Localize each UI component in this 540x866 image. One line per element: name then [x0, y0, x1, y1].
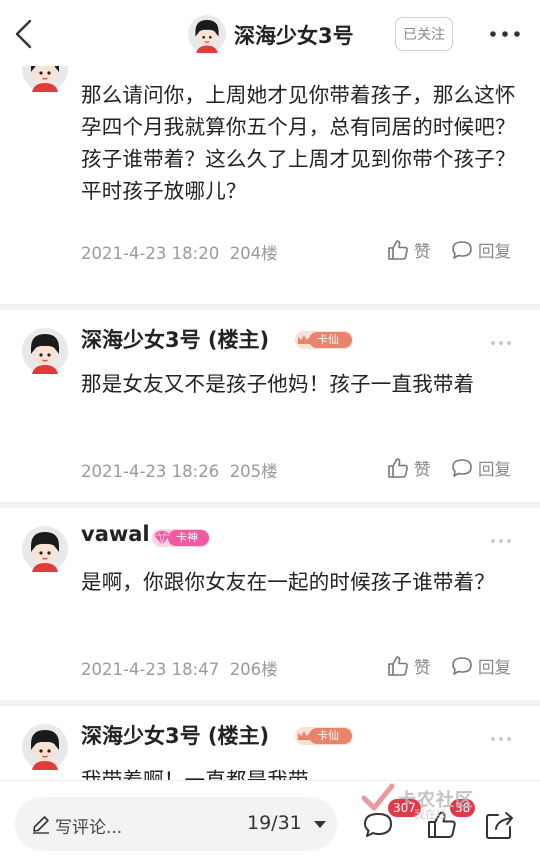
reply-item: 深海少女3号 (楼主) 卡仙 我带着啊！一直都是我带 [0, 706, 540, 780]
back-arrow-icon[interactable] [10, 17, 40, 51]
reply-item: 深海少女3号 (楼主) 卡仙 那是女友又不是孩子他妈！孩子一直我带着 2021-… [0, 310, 540, 502]
reply-button[interactable]: 回复 [450, 654, 511, 678]
post-more-icon[interactable] [490, 537, 512, 545]
reply-label: 回复 [478, 242, 511, 261]
reply-item: vawal 卡神 是啊，你跟你女友在一起的时候孩子谁带着？ 2021-4-23 … [0, 508, 540, 700]
user-avatar[interactable] [22, 328, 68, 374]
more-options-icon[interactable] [487, 24, 523, 44]
badge-label: 卡神 [176, 531, 198, 544]
follow-button[interactable]: 已关注 [395, 17, 453, 51]
like-button[interactable]: 赞 [386, 238, 431, 262]
badge-icon [155, 66, 209, 67]
reply-meta: 2021-4-23 18:47 206楼 [81, 656, 278, 680]
reply-time: 2021-4-23 18:26 [81, 462, 220, 481]
badge-label: 卡仙 [317, 333, 339, 346]
reply-floor: 205楼 [229, 462, 278, 481]
thumbs-up-icon [386, 654, 410, 678]
post-more-icon[interactable] [490, 339, 512, 347]
reply-time: 2021-4-23 18:47 [81, 660, 220, 679]
reply-text: 我带着啊！一直都是我带 [81, 768, 309, 780]
reply-floor: 206楼 [229, 660, 278, 679]
watermark-logo: 卡农社区 我在线 [358, 782, 488, 821]
watermark-sub: 我在线 [414, 808, 447, 821]
reply-text: 是啊，你跟你女友在一起的时候孩子谁带着？ [81, 570, 495, 594]
pencil-icon [33, 816, 49, 834]
username[interactable]: 深海少女3号 (楼主) [81, 324, 269, 354]
like-label: 赞 [414, 242, 431, 261]
badge-god: 卡神 [152, 529, 210, 547]
badge-label: 卡仙 [317, 729, 339, 742]
reply-floor: 204楼 [229, 244, 278, 263]
post-more-icon[interactable] [490, 735, 512, 743]
author-avatar[interactable] [188, 15, 226, 53]
share-icon[interactable] [484, 809, 516, 841]
thumbs-up-icon [386, 456, 410, 480]
username[interactable]: 深海少女3号 (楼主) [81, 720, 269, 750]
top-nav-bar: 深海少女3号 已关注 [0, 0, 540, 66]
watermark-icon [361, 783, 395, 811]
username[interactable]: vawal [81, 522, 150, 546]
page-indicator[interactable]: 19/31 [247, 812, 302, 834]
reply-button[interactable]: 回复 [450, 456, 511, 480]
comment-input[interactable]: 写评论... 19/31 [15, 797, 337, 851]
like-button[interactable]: 赞 [386, 456, 431, 480]
reply-label: 回复 [478, 460, 511, 479]
user-avatar[interactable] [22, 526, 68, 572]
badge-fairy: 卡仙 [295, 727, 353, 745]
comment-bubble-icon [450, 456, 474, 480]
reply-meta: 2021-4-23 18:20 204楼 [81, 240, 278, 264]
caret-down-icon[interactable] [313, 819, 327, 829]
like-label: 赞 [414, 460, 431, 479]
reply-label: 回复 [478, 658, 511, 677]
reply-time: 2021-4-23 18:20 [81, 244, 220, 263]
thumbs-up-icon [386, 238, 410, 262]
badge-fairy: 卡仙 [295, 331, 353, 349]
reply-text: 那么请问你，上周她才见你带着孩子，那么这怀孕四个月我就算你五个月，总有同居的时候… [81, 83, 516, 203]
comment-bubble-icon [450, 238, 474, 262]
reply-meta: 2021-4-23 18:26 205楼 [81, 458, 278, 482]
user-avatar[interactable] [22, 724, 68, 770]
thread-author-title[interactable]: 深海少女3号 [234, 20, 354, 50]
reply-list: vawal 那么请问你，上周她才见你带着孩子，那么这怀孕四个月我就算你五个月，总… [0, 66, 540, 780]
reply-text: 那是女友又不是孩子他妈！孩子一直我带着 [81, 372, 475, 396]
reply-button[interactable]: 回复 [450, 238, 511, 262]
comment-bubble-icon [450, 654, 474, 678]
user-avatar[interactable] [22, 66, 68, 92]
like-label: 赞 [414, 658, 431, 677]
reply-item: vawal 那么请问你，上周她才见你带着孩子，那么这怀孕四个月我就算你五个月，总… [0, 66, 540, 304]
like-button[interactable]: 赞 [386, 654, 431, 678]
comment-placeholder: 写评论... [55, 818, 123, 838]
